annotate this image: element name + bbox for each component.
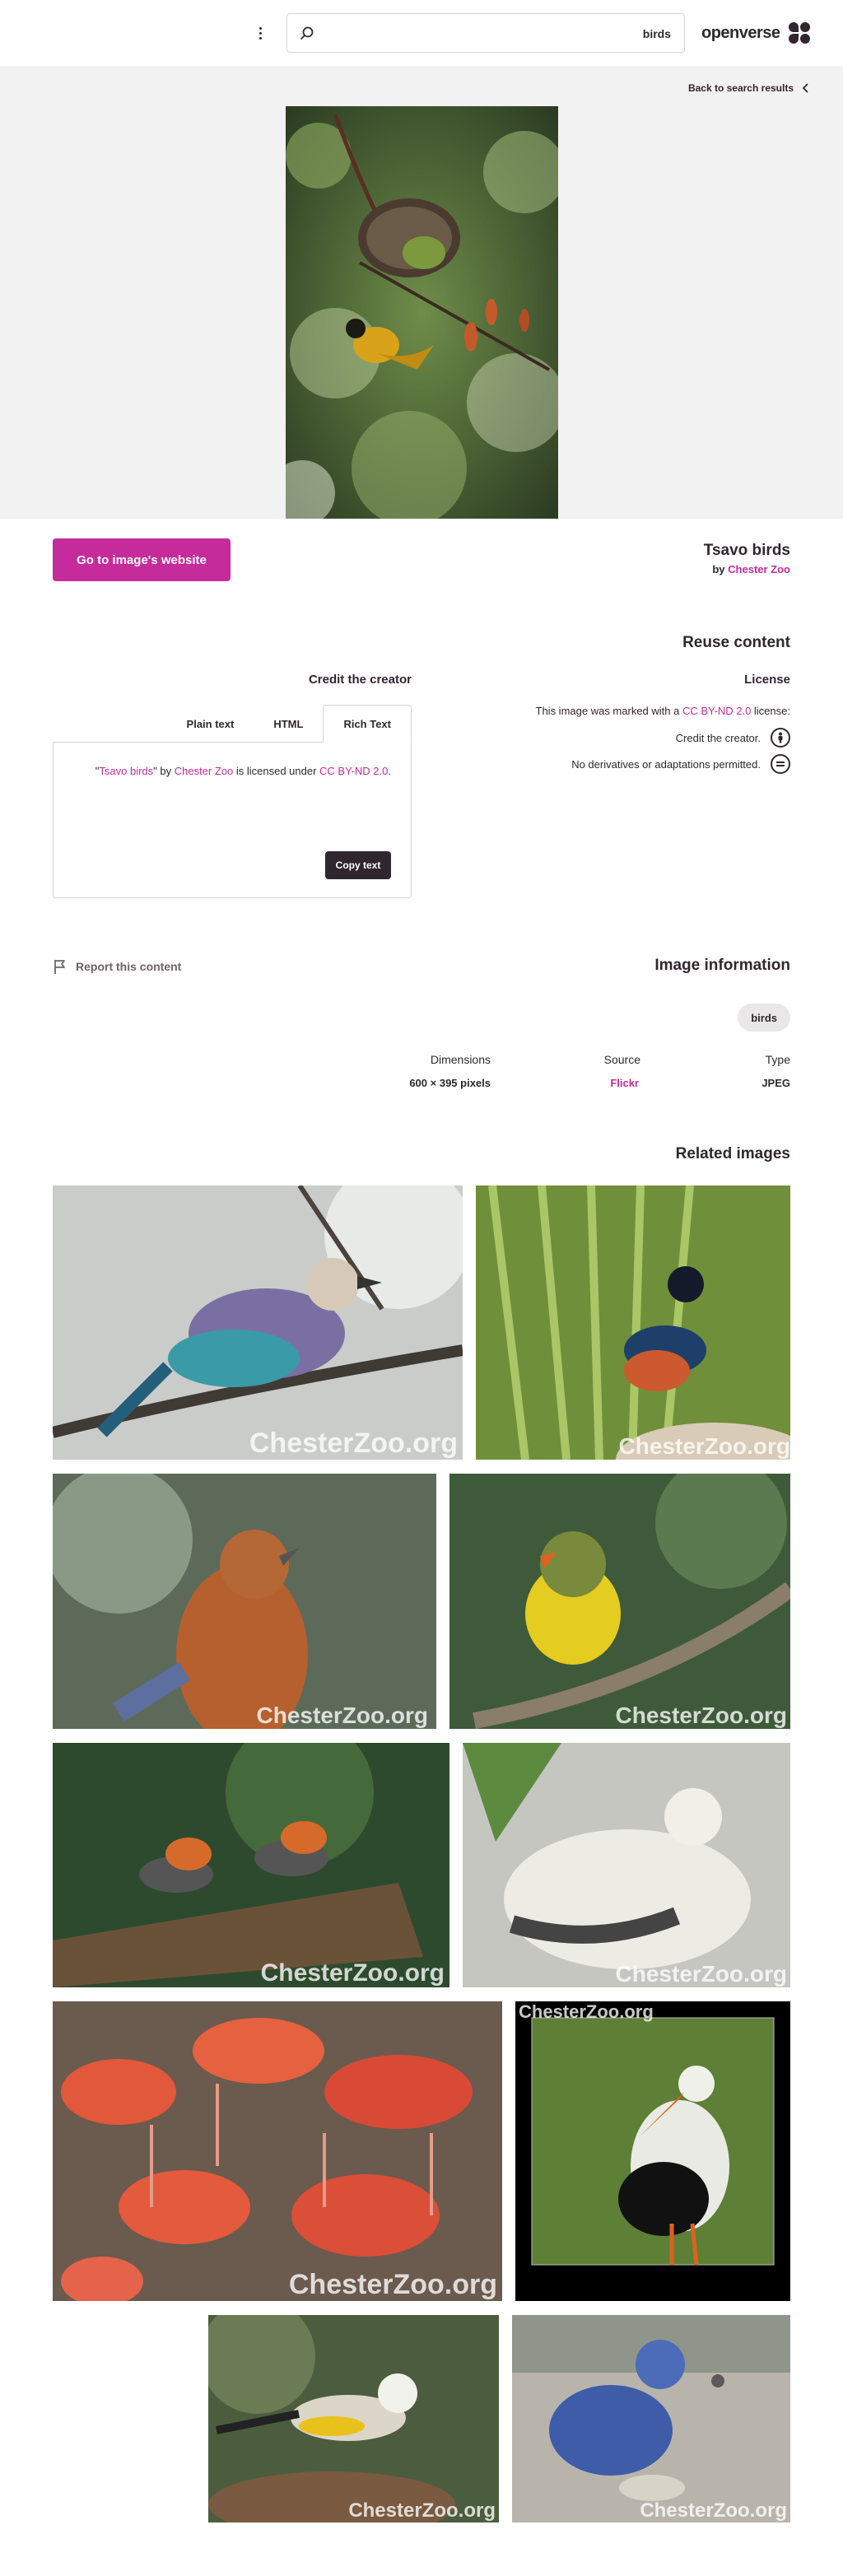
tab-rich-text[interactable]: Rich Text <box>323 705 412 743</box>
related-image[interactable]: ChesterZoo.org <box>515 2001 790 2301</box>
dimensions-label: Dimensions <box>430 1053 491 1066</box>
report-content-link[interactable]: Report this content <box>53 958 181 975</box>
main-image <box>286 106 558 519</box>
image-information-heading: Image information <box>654 957 790 974</box>
brand[interactable]: openverse <box>701 20 810 46</box>
license-heading: License <box>744 673 790 687</box>
license-term-attribution: Credit the creator. <box>676 728 790 748</box>
back-to-results-label[interactable]: Back to search results <box>688 82 794 94</box>
watermark: ChesterZoo.org <box>256 1703 428 1728</box>
license-term-label: Credit the creator. <box>675 731 761 744</box>
credit-licensed: is licensed under <box>233 765 320 777</box>
license-term-label: No derivatives or adaptations permitted. <box>571 757 761 771</box>
related-image[interactable]: ChesterZoo.org <box>476 1186 790 1460</box>
dimensions-value: 600 × 395 pixels <box>409 1077 491 1089</box>
related-image[interactable]: ChesterZoo.org <box>449 1474 790 1729</box>
type-value: JPEG <box>761 1077 790 1089</box>
reuse-heading: Reuse content <box>682 634 790 651</box>
related-image[interactable]: ChesterZoo.org <box>53 1743 449 1987</box>
tab-html[interactable]: HTML <box>254 705 323 743</box>
source-link[interactable]: Flickr <box>610 1077 639 1089</box>
openverse-logo-icon[interactable] <box>788 22 810 44</box>
creator-link[interactable]: Chester Zoo <box>728 563 790 575</box>
related-image[interactable]: ChesterZoo.org <box>463 1743 790 1987</box>
watermark: ChesterZoo.org <box>260 1959 445 1987</box>
go-to-website-button[interactable]: Go to image's website <box>53 538 231 581</box>
watermark: ChesterZoo.org <box>249 1428 458 1459</box>
credit-end: . <box>388 765 391 777</box>
search-input[interactable]: birds <box>286 13 685 53</box>
image-hero: Back to search results <box>0 66 843 519</box>
attribution-text[interactable]: "Tsavo birds" by Chester Zoo is licensed… <box>78 762 391 780</box>
watermark: ChesterZoo.org <box>640 2499 787 2522</box>
nd-no-derivatives-icon <box>771 754 790 774</box>
brand-name[interactable]: openverse <box>701 24 780 43</box>
tag-chip[interactable]: birds <box>738 1004 790 1032</box>
tab-plain-text[interactable]: Plain text <box>167 705 254 743</box>
by-attribution-icon <box>771 728 790 748</box>
type-label: Type <box>765 1053 790 1066</box>
back-to-results-link[interactable]: Back to search results <box>688 82 810 94</box>
watermark: ChesterZoo.org <box>615 1961 787 1987</box>
source-label: Source <box>603 1053 640 1066</box>
related-image[interactable]: ChesterZoo.org <box>53 2001 502 2301</box>
credit-title-link[interactable]: Tsavo birds <box>99 765 153 777</box>
image-byline: by Chester Zoo <box>712 563 790 575</box>
flag-icon[interactable] <box>53 958 68 975</box>
credit-by: " by <box>153 765 175 777</box>
search-icon[interactable] <box>299 26 315 42</box>
credit-panel: "Tsavo birds" by Chester Zoo is licensed… <box>53 742 412 898</box>
search-query[interactable]: birds <box>643 26 671 42</box>
watermark: ChesterZoo.org <box>615 1703 787 1728</box>
license-statement-suffix: license: <box>751 705 790 717</box>
kebab-menu-icon[interactable] <box>250 21 270 44</box>
license-statement: This image was marked with a CC BY-ND 2.… <box>536 705 790 717</box>
by-label: by <box>712 563 725 575</box>
related-image[interactable]: ChesterZoo.org <box>53 1186 463 1460</box>
credit-format-tabs: Plain text HTML Rich Text <box>158 705 412 743</box>
license-term-no-derivatives: No derivatives or adaptations permitted. <box>571 754 790 774</box>
chevron-left-icon[interactable] <box>802 83 810 93</box>
related-images-heading: Related images <box>675 1145 790 1162</box>
watermark: ChesterZoo.org <box>348 2499 496 2522</box>
credit-creator-link[interactable]: Chester Zoo <box>175 765 234 777</box>
license-link[interactable]: CC BY-ND 2.0 <box>682 705 751 717</box>
related-image[interactable]: ChesterZoo.org <box>512 2315 790 2522</box>
copy-text-button[interactable]: Copy text <box>325 851 391 879</box>
related-image[interactable]: ChesterZoo.org <box>208 2315 499 2522</box>
watermark: ChesterZoo.org <box>618 1433 790 1459</box>
image-title: Tsavo birds <box>703 542 790 559</box>
watermark: ChesterZoo.org <box>519 2001 654 2022</box>
watermark: ChesterZoo.org <box>288 2269 497 2300</box>
credit-license-link[interactable]: CC BY-ND 2.0 <box>319 765 388 777</box>
license-statement-prefix: This image was marked with a <box>535 705 682 717</box>
related-image[interactable]: ChesterZoo.org <box>53 1474 436 1729</box>
site-header: birds openverse <box>0 0 843 66</box>
report-label[interactable]: Report this content <box>76 960 181 973</box>
credit-heading: Credit the creator <box>308 673 412 687</box>
